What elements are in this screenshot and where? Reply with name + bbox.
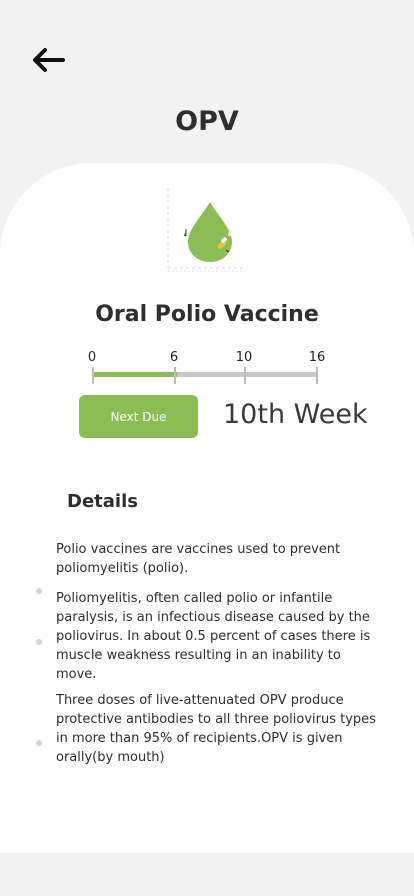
schedule-tick-mark xyxy=(92,367,94,384)
schedule-tick-mark xyxy=(174,367,176,384)
bottom-bar xyxy=(0,853,414,896)
back-button[interactable] xyxy=(28,40,68,80)
details-heading: Details xyxy=(67,491,138,512)
bullet-dot xyxy=(36,740,42,746)
schedule-tick-label: 0 xyxy=(87,350,97,365)
next-due-button[interactable]: Next Due xyxy=(79,395,198,438)
schedule-tick-label: 6 xyxy=(169,350,179,365)
schedule-tick-mark xyxy=(244,367,246,384)
schedule-tick-label: 16 xyxy=(308,350,326,365)
schedule-tick-mark xyxy=(316,367,318,384)
schedule-progress-fill xyxy=(92,372,177,377)
vaccine-name: Oral Polio Vaccine xyxy=(95,302,319,327)
bullet-dot xyxy=(36,639,42,645)
page-title: OPV xyxy=(175,106,239,137)
detail-paragraph: Polio vaccines are vaccines used to prev… xyxy=(56,542,341,576)
vaccine-drop-icon xyxy=(167,188,245,272)
schedule-progress-track xyxy=(92,372,318,377)
detail-paragraph: Poliomyelitis, often called polio or inf… xyxy=(56,591,371,682)
detail-paragraph: Three doses of live-attenuated OPV produ… xyxy=(56,693,376,765)
bullet-dot xyxy=(36,588,42,594)
schedule-tick-label: 10 xyxy=(235,350,253,365)
arrow-left-icon xyxy=(33,48,65,72)
due-week-label: 10th Week xyxy=(223,399,368,430)
